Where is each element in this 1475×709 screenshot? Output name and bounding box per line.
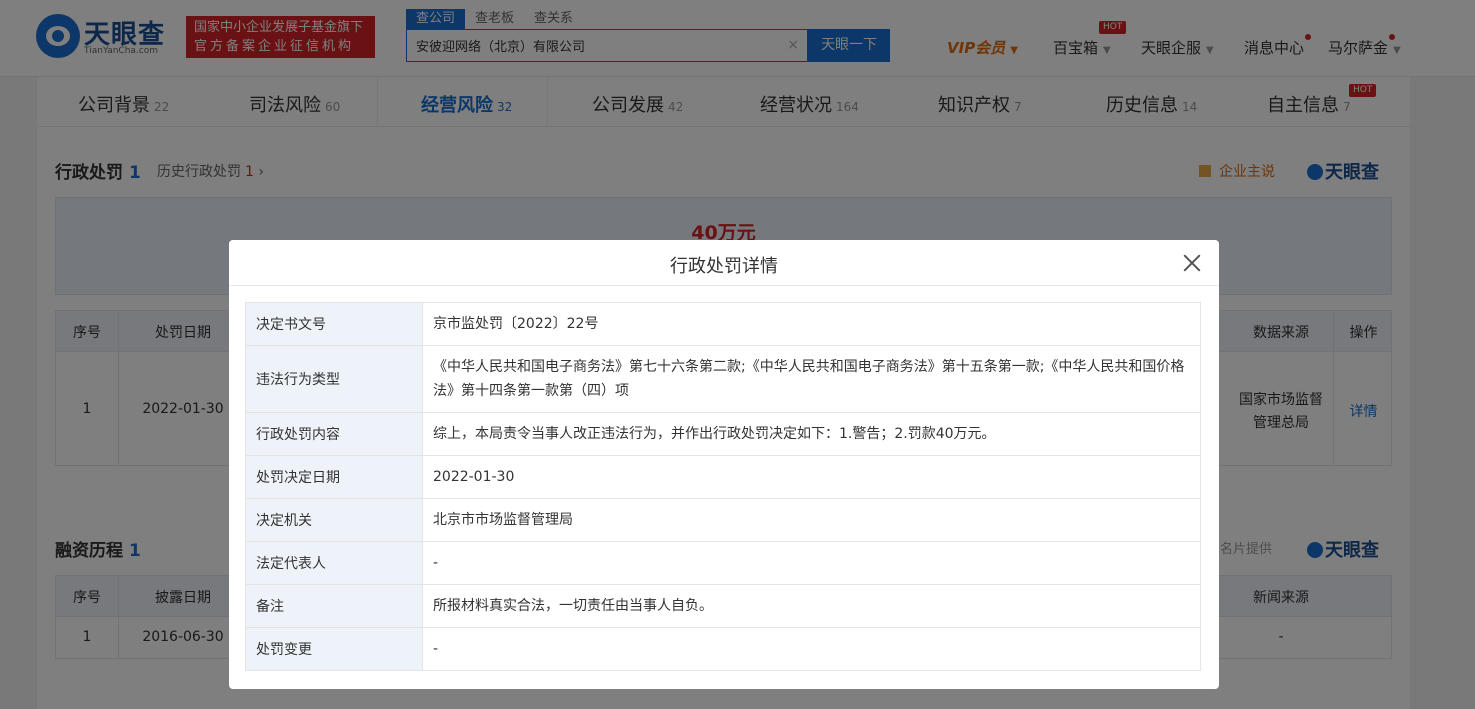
detail-value: 京市监处罚〔2022〕22号 xyxy=(433,316,599,332)
detail-row: 处罚决定日期 2022-01-30 xyxy=(246,456,1200,499)
detail-row: 法定代表人 - xyxy=(246,542,1200,585)
detail-value: 所报材料真实合法，一切责任由当事人自负。 xyxy=(433,598,713,614)
detail-row: 备注 所报材料真实合法，一切责任由当事人自负。 xyxy=(246,585,1200,628)
penalty-detail-modal: 行政处罚详情 决定书文号 京市监处罚〔2022〕22号 违法行为类型 《中华人民… xyxy=(229,240,1219,689)
detail-label: 处罚变更 xyxy=(246,628,423,670)
detail-row: 行政处罚内容 综上，本局责令当事人改正违法行为，并作出行政处罚决定如下：1.警告… xyxy=(246,413,1200,456)
detail-row: 决定机关 北京市市场监督管理局 xyxy=(246,499,1200,542)
close-icon[interactable] xyxy=(1181,252,1203,274)
detail-row: 决定书文号 京市监处罚〔2022〕22号 xyxy=(246,303,1200,346)
detail-value: 综上，本局责令当事人改正违法行为，并作出行政处罚决定如下：1.警告；2.罚款40… xyxy=(433,426,996,442)
detail-label: 违法行为类型 xyxy=(246,346,423,412)
detail-value: - xyxy=(433,641,439,657)
detail-label: 决定机关 xyxy=(246,499,423,541)
detail-label: 法定代表人 xyxy=(246,542,423,584)
detail-label: 处罚决定日期 xyxy=(246,456,423,498)
detail-value: 《中华人民共和国电子商务法》第七十六条第二款;《中华人民共和国电子商务法》第十五… xyxy=(433,359,1185,399)
detail-label: 决定书文号 xyxy=(246,303,423,345)
detail-value: 北京市市场监督管理局 xyxy=(433,512,573,528)
modal-divider xyxy=(229,285,1219,286)
modal-title: 行政处罚详情 xyxy=(670,256,778,277)
detail-row: 违法行为类型 《中华人民共和国电子商务法》第七十六条第二款;《中华人民共和国电子… xyxy=(246,346,1200,413)
detail-label: 备注 xyxy=(246,585,423,627)
detail-value: 2022-01-30 xyxy=(433,469,515,485)
detail-value: - xyxy=(433,555,439,571)
detail-row: 处罚变更 - xyxy=(246,628,1200,671)
detail-label: 行政处罚内容 xyxy=(246,413,423,455)
penalty-detail-table: 决定书文号 京市监处罚〔2022〕22号 违法行为类型 《中华人民共和国电子商务… xyxy=(245,302,1201,671)
